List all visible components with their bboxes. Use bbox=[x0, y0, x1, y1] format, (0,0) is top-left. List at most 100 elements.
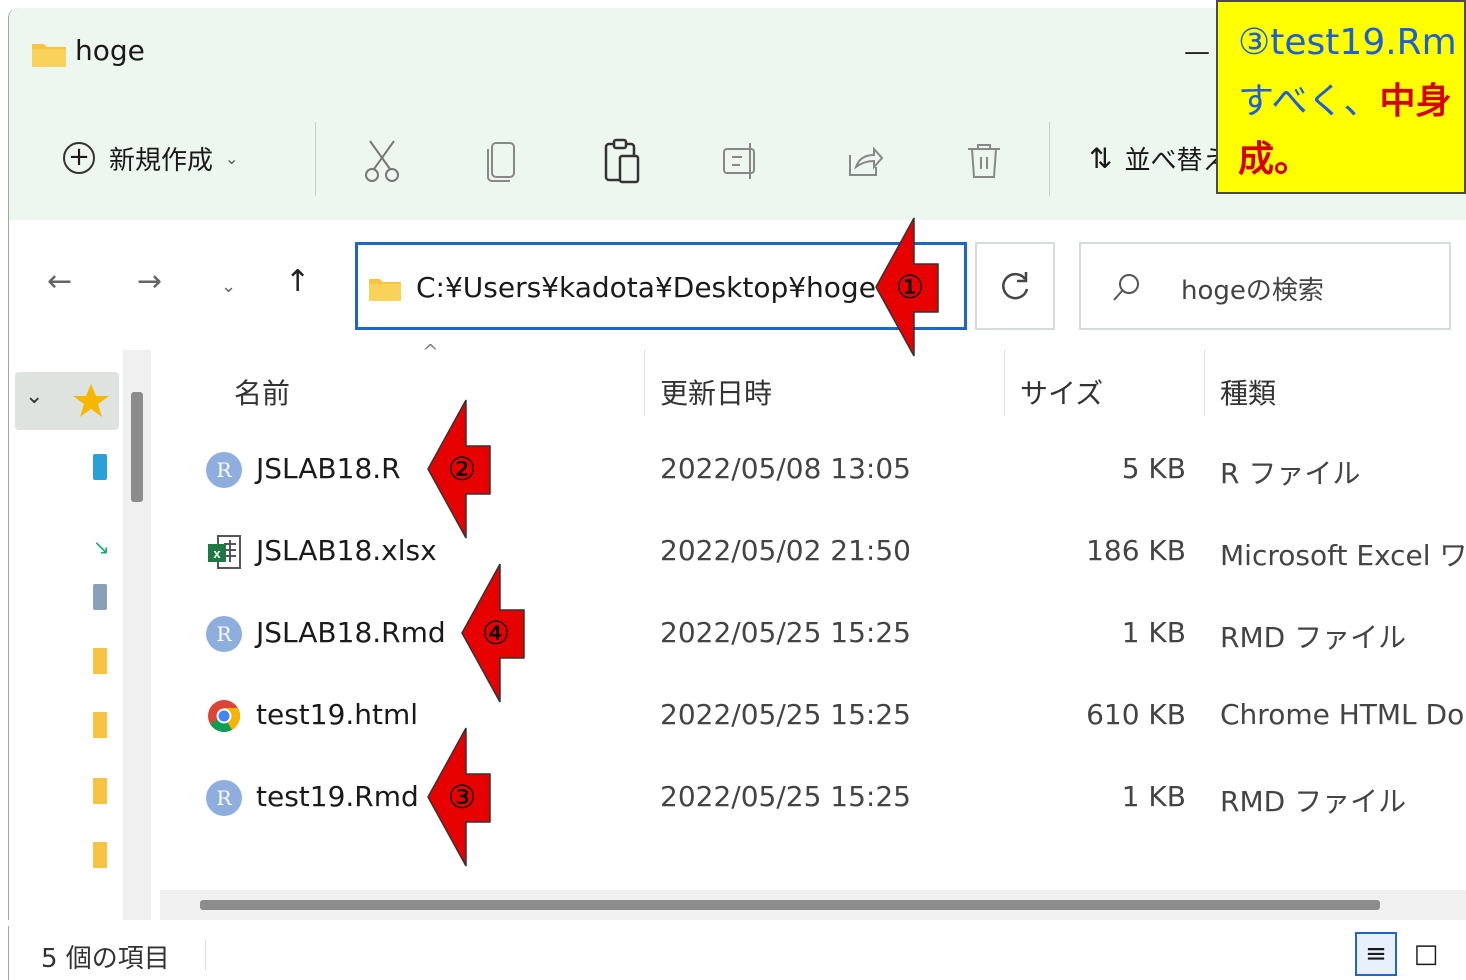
file-name: test19.html bbox=[256, 698, 419, 731]
nav-scrollbar-thumb[interactable] bbox=[131, 392, 143, 502]
new-button-label: 新規作成 bbox=[109, 145, 214, 176]
command-separator bbox=[315, 122, 316, 196]
search-placeholder: hogeの検索 bbox=[1181, 276, 1324, 306]
column-header-type[interactable]: 種類 bbox=[1220, 372, 1276, 412]
desktop-nav-icon[interactable] bbox=[93, 454, 107, 480]
column-header-modified[interactable]: 更新日時 bbox=[660, 372, 772, 412]
marker-arrow-1: ① bbox=[875, 217, 939, 357]
delete-button[interactable] bbox=[959, 136, 1009, 186]
r-file-icon: R bbox=[206, 452, 242, 488]
callout-line-1: ③test19.Rm bbox=[1238, 22, 1457, 63]
callout-line-2-red: 中身 bbox=[1379, 81, 1452, 122]
annotation-callout: ③test19.Rm すべく、中身 成。 bbox=[1216, 0, 1466, 194]
sort-button[interactable]: ⇅ 並べ替え bbox=[1089, 138, 1228, 178]
navigation-pane: ⌄ ↘ bbox=[8, 350, 151, 920]
file-modified: 2022/05/02 21:50 bbox=[660, 534, 911, 567]
r-file-icon: R bbox=[206, 616, 242, 652]
chrome-file-icon bbox=[208, 700, 241, 733]
refresh-button[interactable] bbox=[975, 242, 1055, 330]
r-file-icon: R bbox=[206, 780, 242, 816]
minimize-button[interactable]: — bbox=[1179, 34, 1215, 70]
file-modified: 2022/05/08 13:05 bbox=[660, 452, 911, 485]
horizontal-scrollbar[interactable] bbox=[160, 890, 1466, 920]
horizontal-scrollbar-thumb[interactable] bbox=[200, 900, 1380, 910]
file-size: 5 KB bbox=[1121, 452, 1186, 485]
column-header-name[interactable]: 名前 bbox=[234, 372, 290, 412]
address-row: ← → ⌄ ↑ C:¥Users¥kadota¥Desktop¥hoge hog… bbox=[8, 220, 1466, 350]
file-name: JSLAB18.Rmd bbox=[256, 616, 446, 649]
cut-button[interactable] bbox=[357, 136, 407, 186]
address-path: C:¥Users¥kadota¥Desktop¥hoge bbox=[416, 271, 876, 304]
file-size: 1 KB bbox=[1121, 780, 1186, 813]
folder-nav-icon[interactable] bbox=[93, 842, 107, 868]
sort-arrows-icon: ⇅ bbox=[1089, 141, 1113, 175]
share-icon bbox=[849, 146, 884, 176]
rename-icon bbox=[723, 143, 755, 179]
nav-item-quick-access[interactable]: ⌄ bbox=[15, 372, 119, 430]
search-box[interactable]: hogeの検索 bbox=[1079, 242, 1451, 330]
folder-icon bbox=[369, 279, 401, 301]
file-modified: 2022/05/25 15:25 bbox=[660, 780, 911, 813]
file-type: Chrome HTML Do... bbox=[1220, 698, 1466, 731]
status-separator bbox=[205, 940, 206, 970]
folder-nav-icon[interactable] bbox=[93, 648, 107, 674]
marker-label-1: ① bbox=[896, 268, 925, 306]
file-name: JSLAB18.xlsx bbox=[256, 534, 437, 567]
marker-arrow-4: ④ bbox=[461, 563, 525, 703]
new-button[interactable]: + 新規作成 ⌄ bbox=[63, 138, 238, 178]
file-size: 610 KB bbox=[1086, 698, 1186, 731]
delete-icon bbox=[968, 144, 1000, 178]
details-view-button[interactable]: ≡ bbox=[1355, 932, 1397, 976]
search-icon bbox=[1113, 274, 1139, 301]
paste-icon bbox=[604, 138, 640, 184]
back-button[interactable]: ← bbox=[47, 264, 72, 299]
marker-label-4: ④ bbox=[482, 614, 511, 652]
details-view-icon: ≡ bbox=[1365, 939, 1387, 969]
file-row[interactable]: test19.html 2022/05/25 15:25 610 KB Chro… bbox=[160, 676, 1466, 756]
file-modified: 2022/05/25 15:25 bbox=[660, 698, 911, 731]
download-nav-icon[interactable]: ↘ bbox=[93, 534, 110, 560]
copy-button[interactable] bbox=[477, 136, 527, 186]
file-row[interactable]: x JSLAB18.xlsx 2022/05/02 21:50 186 KB M… bbox=[160, 512, 1466, 592]
file-row[interactable]: R test19.Rmd 2022/05/25 15:25 1 KB RMD フ… bbox=[160, 758, 1466, 838]
chevron-down-icon: ⌄ bbox=[25, 384, 44, 409]
tiles-view-button[interactable]: □ bbox=[1405, 932, 1447, 976]
marker-label-3: ③ bbox=[448, 778, 477, 816]
plus-icon: + bbox=[63, 142, 95, 174]
copy-icon bbox=[487, 142, 515, 182]
command-separator bbox=[1049, 122, 1050, 196]
column-separator[interactable] bbox=[1004, 350, 1005, 416]
recent-locations-button[interactable]: ⌄ bbox=[221, 276, 236, 297]
status-bar: 5 個の項目 ≡ □ bbox=[8, 926, 1466, 980]
documents-nav-icon[interactable] bbox=[93, 584, 107, 610]
item-count: 5 個の項目 bbox=[41, 944, 170, 974]
paste-button[interactable] bbox=[597, 136, 647, 186]
file-row[interactable]: R JSLAB18.R 2022/05/08 13:05 5 KB R ファイル bbox=[160, 430, 1466, 510]
nav-scrollbar[interactable] bbox=[123, 350, 151, 920]
file-size: 186 KB bbox=[1086, 534, 1186, 567]
file-size: 1 KB bbox=[1121, 616, 1186, 649]
callout-line-3: 成。 bbox=[1238, 139, 1311, 180]
column-separator[interactable] bbox=[1204, 350, 1205, 416]
sort-button-label: 並べ替え bbox=[1124, 145, 1229, 176]
file-explorer-window: hoge — + 新規作成 ⌄ ⇅ 並べ替え ← → ⌄ ↑ C:¥Users¥… bbox=[0, 0, 1466, 980]
folder-nav-icon[interactable] bbox=[93, 778, 107, 804]
svg-text:x: x bbox=[213, 546, 221, 561]
column-header-size[interactable]: サイズ bbox=[1020, 372, 1103, 412]
refresh-icon bbox=[1002, 272, 1029, 300]
folder-icon bbox=[32, 44, 66, 67]
file-type: RMD ファイル bbox=[1220, 785, 1407, 818]
file-type: Microsoft Excel ワ... bbox=[1220, 539, 1466, 572]
forward-button[interactable]: → bbox=[137, 264, 162, 299]
file-type: RMD ファイル bbox=[1220, 621, 1407, 654]
callout-line-2-blue: すべく、 bbox=[1238, 81, 1380, 122]
folder-nav-icon[interactable] bbox=[93, 712, 107, 738]
cut-icon bbox=[365, 140, 399, 182]
column-separator[interactable] bbox=[644, 350, 645, 416]
sort-caret-icon: ^ bbox=[422, 340, 439, 364]
file-row[interactable]: R JSLAB18.Rmd 2022/05/25 15:25 1 KB RMD … bbox=[160, 594, 1466, 674]
rename-button[interactable] bbox=[717, 136, 767, 186]
share-button[interactable] bbox=[839, 136, 889, 186]
up-button[interactable]: ↑ bbox=[285, 264, 310, 299]
star-icon bbox=[73, 384, 109, 417]
